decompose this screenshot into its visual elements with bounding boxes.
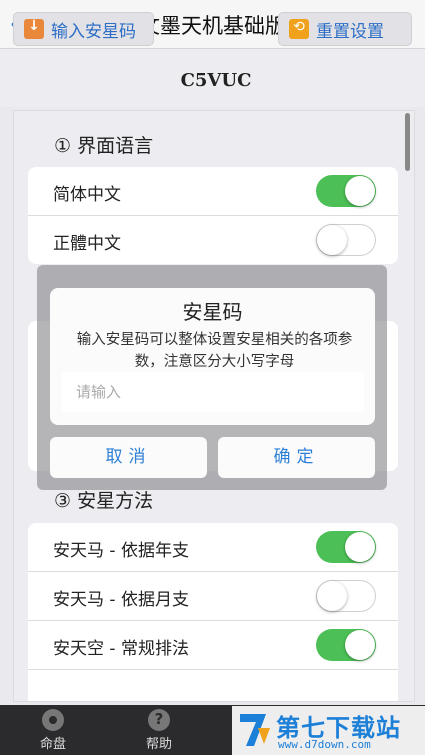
- dialog-message: 输入安星码可以整体设置安星相关的各项参数，注意区分大小写字母: [76, 332, 353, 370]
- code-dialog: 安星码 输入安星码可以整体设置安星相关的各项参数，注意区分大小写字母: [50, 288, 375, 425]
- dialog-title: 安星码: [182, 300, 243, 324]
- toggle-switch[interactable]: [316, 175, 376, 207]
- toggle-knob: [345, 176, 375, 206]
- help-icon: [148, 709, 170, 731]
- list-item[interactable]: 简体中文: [28, 167, 398, 216]
- toggle-knob: [345, 630, 375, 660]
- row-label: 安天马 - 依据月支: [53, 590, 189, 610]
- toggle-knob: [317, 225, 347, 255]
- watermark-url: www.d7down.com: [278, 738, 371, 751]
- toggle-knob: [345, 532, 375, 562]
- tab-help[interactable]: 帮助: [124, 709, 194, 752]
- row-label: 简体中文: [53, 185, 121, 205]
- list-item[interactable]: 安天马 - 依据月支: [28, 572, 398, 621]
- list-item[interactable]: [28, 670, 398, 701]
- import-code-label: 输入安星码: [51, 21, 136, 42]
- language-group: 简体中文 正體中文: [28, 167, 398, 264]
- row-label: 安天马 - 依据年支: [53, 541, 189, 561]
- toggle-switch[interactable]: [316, 224, 376, 256]
- code-input[interactable]: [62, 372, 364, 412]
- toggle-switch[interactable]: [316, 629, 376, 661]
- list-item[interactable]: 正體中文: [28, 216, 398, 264]
- tab-chart[interactable]: 命盘: [18, 709, 88, 752]
- watermark: 第七下载站 www.d7down.com: [232, 706, 425, 755]
- scrollbar[interactable]: [405, 113, 410, 171]
- download-tray-icon: [24, 18, 44, 39]
- disc-icon: [42, 709, 64, 731]
- row-label: 正體中文: [53, 234, 121, 254]
- row-label: 安天空 - 常规排法: [53, 639, 189, 659]
- cancel-button[interactable]: 取消: [50, 437, 207, 478]
- reset-settings-button[interactable]: 重置设置: [278, 12, 412, 46]
- confirm-button[interactable]: 确定: [218, 437, 375, 478]
- section-title-method: ③ 安星方法: [54, 490, 154, 512]
- tab-label: 帮助: [145, 737, 172, 752]
- import-code-button[interactable]: 输入安星码: [13, 12, 154, 46]
- method-group: 安天马 - 依据年支 安天马 - 依据月支 安天空 - 常规排法: [28, 523, 398, 701]
- toggle-switch[interactable]: [316, 580, 376, 612]
- reset-settings-label: 重置设置: [316, 21, 384, 42]
- list-item[interactable]: 安天空 - 常规排法: [28, 621, 398, 670]
- section-title-language: ① 界面语言: [54, 135, 154, 157]
- tab-label: 命盘: [39, 737, 66, 752]
- reset-icon: [289, 19, 309, 39]
- watermark-logo-icon: [240, 714, 270, 746]
- current-code: C5VUC: [180, 70, 252, 91]
- toggle-switch[interactable]: [316, 531, 376, 563]
- toggle-knob: [317, 581, 347, 611]
- list-item[interactable]: 安天马 - 依据年支: [28, 523, 398, 572]
